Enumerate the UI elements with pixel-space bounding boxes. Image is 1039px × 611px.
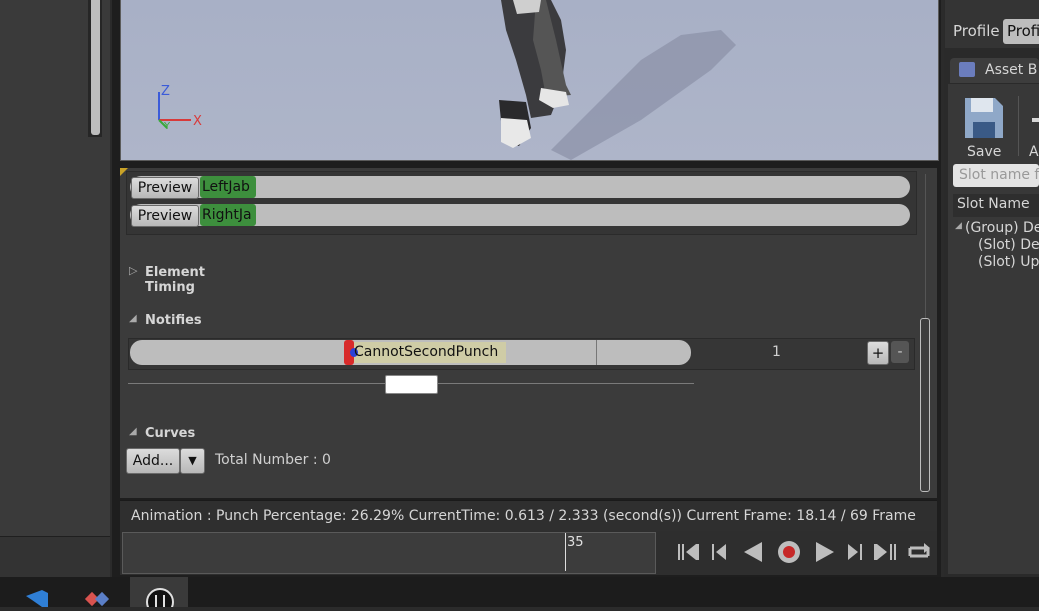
element-timing-header[interactable]: ▷ Element Timing xyxy=(129,264,259,295)
chevron-down-icon: ◢ xyxy=(955,221,962,231)
vscode-icon[interactable] xyxy=(22,590,50,607)
curve-dropdown-button[interactable]: ▼ xyxy=(180,448,205,474)
profile-label: Profile xyxy=(953,22,1000,40)
add-slot-label: A xyxy=(1029,144,1039,160)
preview-button-1[interactable]: Preview xyxy=(131,177,199,199)
asset-browser-tab-label: Asset B xyxy=(985,62,1038,78)
chevron-down-icon: ◢ xyxy=(129,426,137,437)
left-scrollbar-thumb[interactable] xyxy=(91,0,100,135)
app-icon[interactable] xyxy=(83,588,113,607)
unreal-engine-taskbar-item[interactable] xyxy=(130,577,188,611)
preview-button-2[interactable]: Preview xyxy=(131,205,199,227)
add-curve-button[interactable]: Add... xyxy=(126,448,180,474)
save-icon xyxy=(965,98,1003,138)
axis-z-label: Z xyxy=(161,84,170,99)
tree-item-slot-default[interactable]: (Slot) Def xyxy=(978,237,1039,253)
save-button[interactable] xyxy=(962,96,1006,142)
montage-section-right-jab[interactable]: RightJa xyxy=(200,204,256,226)
step-forward-icon[interactable] xyxy=(848,544,862,560)
notifies-label: Notifies xyxy=(145,313,202,328)
details-scrollbar-thumb[interactable] xyxy=(920,318,930,492)
chevron-down-icon: ▼ xyxy=(188,454,197,467)
playhead-frame-label: 35 xyxy=(567,535,584,550)
remove-notify-track-button[interactable]: - xyxy=(891,341,909,363)
chevron-down-icon: ◢ xyxy=(129,313,137,324)
skip-to-start-icon[interactable] xyxy=(678,544,699,560)
tree-item-slot-upper[interactable]: (Slot) Up xyxy=(978,254,1039,270)
play-reverse-icon[interactable] xyxy=(744,542,762,562)
axis-y-label: Y xyxy=(164,121,171,132)
viewport-scene xyxy=(158,0,736,160)
notify-track-divider xyxy=(596,340,597,365)
profile-dropdown[interactable]: Profi xyxy=(1003,19,1039,44)
element-timing-label: Element Timing xyxy=(145,265,205,295)
notify-scroll-thumb[interactable] xyxy=(385,375,438,394)
toolbar-separator xyxy=(1018,96,1019,156)
notifies-header[interactable]: ◢ Notifies xyxy=(129,312,249,330)
axis-x-label: X xyxy=(193,114,202,129)
tree-item-group[interactable]: (Group) De xyxy=(965,220,1039,236)
add-slot-icon[interactable] xyxy=(1032,118,1039,122)
slot-search-input[interactable]: Slot name f xyxy=(953,164,1039,187)
curves-header[interactable]: ◢ Curves xyxy=(129,425,249,443)
notify-name: CannotSecondPunch xyxy=(354,344,499,360)
chevron-right-icon: ▷ xyxy=(129,264,138,277)
notify-track-number: 1 xyxy=(772,344,781,360)
playhead[interactable] xyxy=(565,533,566,571)
left-panel-footer xyxy=(0,536,110,578)
montage-section-left-jab[interactable]: LeftJab xyxy=(200,176,256,198)
loop-icon[interactable] xyxy=(908,543,930,558)
animation-viewport[interactable]: Z X Y xyxy=(120,0,939,161)
step-back-icon[interactable] xyxy=(712,544,726,560)
skip-to-end-icon[interactable] xyxy=(874,544,896,560)
record-icon[interactable] xyxy=(778,541,800,563)
add-notify-track-button[interactable]: + xyxy=(867,341,889,365)
curves-label: Curves xyxy=(145,426,196,441)
asset-browser-icon xyxy=(959,62,975,77)
play-icon[interactable] xyxy=(816,542,834,562)
unreal-engine-icon xyxy=(146,588,174,611)
slot-name-column[interactable]: Slot Name xyxy=(957,196,1030,212)
animation-status-text: Animation : Punch Percentage: 26.29% Cur… xyxy=(131,508,916,524)
transport-controls xyxy=(678,541,930,563)
curves-total: Total Number : 0 xyxy=(215,452,331,468)
save-label: Save xyxy=(967,144,1002,160)
